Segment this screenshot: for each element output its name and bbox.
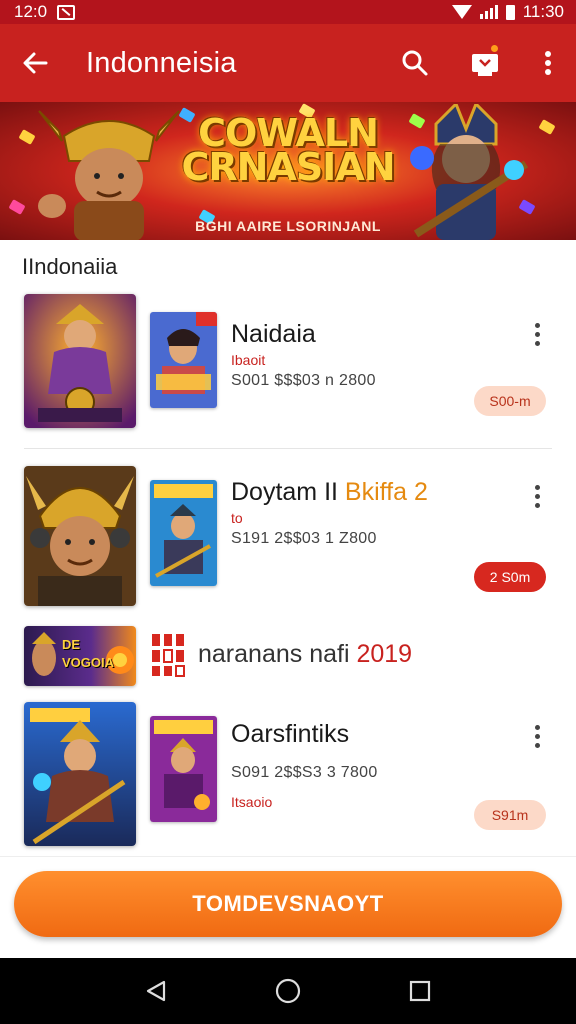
cta-area: TOMDEVSNAOYT <box>0 856 576 958</box>
item-tag: to <box>231 510 243 526</box>
nav-back-button[interactable] <box>136 971 176 1011</box>
price-button[interactable]: S00-m <box>474 386 546 416</box>
page-title: Indonneisia <box>86 46 237 79</box>
item-more-button[interactable] <box>524 476 550 516</box>
battery-icon <box>505 4 515 20</box>
status-time-right: 11:30 <box>522 2 564 21</box>
back-arrow-icon <box>23 52 48 74</box>
item-meta: S091 2$$S3 3 7800 <box>231 764 378 781</box>
nav-home-button[interactable] <box>268 971 308 1011</box>
promo-banner[interactable]: COWALN CRNASIAN BGHI AAIRE LSORINJANL <box>0 102 576 240</box>
item-cover-large[interactable] <box>24 466 136 606</box>
section-title: IIndonaiia <box>22 254 118 279</box>
banner-subtitle: BGHI AAIRE LSORINJANL <box>195 218 381 234</box>
more-vert-icon <box>545 51 551 75</box>
store-button[interactable] <box>450 24 520 102</box>
notification-icon <box>57 4 76 20</box>
banner-title: COWALN CRNASIAN <box>0 114 576 189</box>
search-icon <box>402 50 428 76</box>
item-cover-small[interactable] <box>150 312 217 408</box>
item-title: Doytam II Bkiffa 2 <box>231 478 428 507</box>
signal-icon <box>479 5 498 19</box>
wifi-icon <box>451 5 472 19</box>
promo-year: 2019 <box>356 640 413 668</box>
item-title-text: Naidaia <box>231 320 316 348</box>
promo-thumbnail[interactable]: DE VOGOIA <box>24 626 136 686</box>
item-cover-large[interactable] <box>24 702 136 846</box>
item-tag: Ibaoit <box>231 352 266 368</box>
system-nav-bar <box>0 958 576 1024</box>
item-title: Naidaia <box>231 320 316 349</box>
item-meta: S191 2$$03 1 Z800 <box>231 530 377 547</box>
overflow-menu-button[interactable] <box>520 24 576 102</box>
item-meta: S001 $$$03 n 2800 <box>231 372 376 389</box>
item-more-button[interactable] <box>524 314 550 354</box>
item-title-accent: Bkiffa 2 <box>344 478 428 506</box>
promo-thumbnail-label: DE VOGOIA <box>62 636 114 672</box>
calendar-grid-icon <box>152 634 185 677</box>
item-title-text: Doytam II <box>231 478 345 506</box>
nav-recents-button[interactable] <box>400 971 440 1011</box>
back-triangle-icon <box>146 980 166 1002</box>
item-cover-large[interactable] <box>24 294 136 428</box>
store-badge <box>489 43 500 54</box>
status-bar: 12:0 11:30 <box>0 0 576 24</box>
promo-thumbnail-label-line2: VOGOIA <box>62 655 115 670</box>
item-title-text: Oarsfintiks <box>231 720 350 748</box>
promo-text-body: naranans nafi <box>198 640 357 668</box>
divider <box>24 448 552 449</box>
recents-square-icon <box>409 980 431 1002</box>
item-cover-small[interactable] <box>150 480 217 586</box>
item-cover-small[interactable] <box>150 716 217 822</box>
search-button[interactable] <box>380 24 450 102</box>
promo-thumbnail-label-line1: DE <box>62 637 81 652</box>
list-item[interactable]: Naidaia Ibaoit S001 $$$03 n 2800 S00-m <box>0 294 576 444</box>
status-time-left: 12:0 <box>14 2 48 21</box>
item-title: Oarsfintiks <box>231 720 349 749</box>
back-button[interactable] <box>0 24 70 102</box>
primary-cta-button[interactable]: TOMDEVSNAOYT <box>14 871 562 937</box>
price-button[interactable]: 2 S0m <box>474 562 546 592</box>
home-circle-icon <box>275 978 301 1004</box>
list-item[interactable]: Doytam II Bkiffa 2 to S191 2$$03 1 Z800 … <box>0 466 576 608</box>
item-tag: Itsaoio <box>231 794 273 810</box>
app-bar: Indonneisia <box>0 24 576 102</box>
list-item[interactable]: Oarsfintiks S091 2$$S3 3 7800 Itsaoio S9… <box>0 702 576 848</box>
price-button[interactable]: S91m <box>474 800 546 830</box>
item-more-button[interactable] <box>524 716 550 756</box>
banner-title-line2: CRNASIAN <box>181 145 395 189</box>
promo-text[interactable]: naranans nafi 2019 <box>198 640 412 669</box>
